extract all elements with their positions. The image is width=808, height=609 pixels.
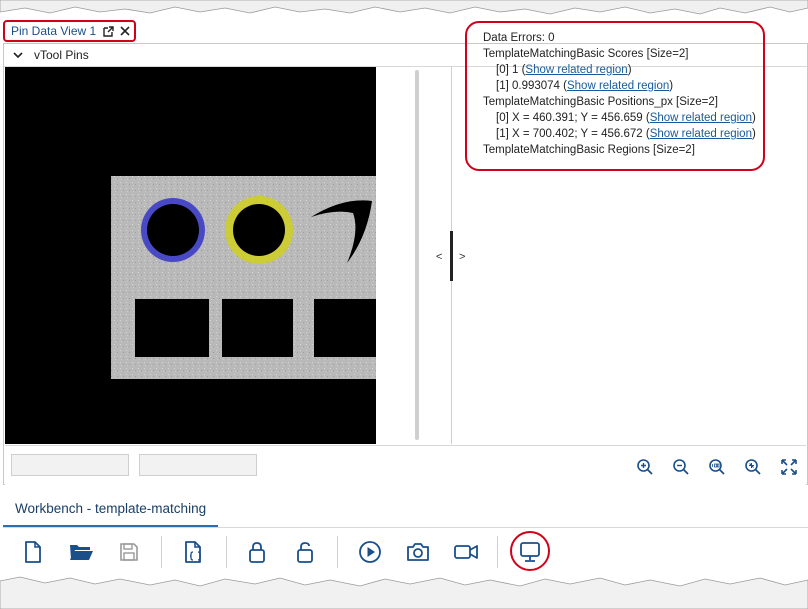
chevron-down-icon[interactable]: [13, 51, 23, 59]
torn-edge-bottom: [0, 576, 808, 609]
status-field-2: [139, 454, 257, 476]
positions-header: TemplateMatchingBasic Positions_px [Size…: [483, 96, 718, 108]
tab-workbench[interactable]: Workbench - template-matching: [3, 491, 219, 527]
pin-data-text: Data Errors: 0 TemplateMatchingBasic Sco…: [483, 30, 756, 158]
collapse-right-button[interactable]: >: [459, 251, 465, 263]
open-folder-icon[interactable]: [67, 538, 95, 566]
image-viewer[interactable]: [5, 67, 376, 444]
show-related-region-link[interactable]: Show related region: [650, 128, 752, 140]
zoom-out-icon[interactable]: [672, 458, 690, 476]
score-row-1: [1] 0.993074 (Show related region): [496, 80, 674, 92]
splitter-handle[interactable]: [450, 231, 453, 281]
monitor-icon[interactable]: [516, 538, 544, 566]
script-file-icon[interactable]: [180, 538, 208, 566]
collapse-left-button[interactable]: <: [436, 251, 442, 263]
workbench-tab-strip: Workbench - template-matching: [3, 491, 808, 528]
torn-edge-top: [0, 0, 808, 15]
save-icon[interactable]: [115, 538, 143, 566]
viewer-status-bar: [5, 445, 806, 486]
lock-icon[interactable]: [243, 538, 271, 566]
new-file-icon[interactable]: [19, 538, 47, 566]
toolbar-separator: [497, 536, 498, 568]
image-scrollbar[interactable]: [415, 70, 419, 440]
scores-header: TemplateMatchingBasic Scores [Size=2]: [483, 48, 689, 60]
show-related-region-link[interactable]: Show related region: [650, 112, 752, 124]
toolbar-separator: [337, 536, 338, 568]
toolbar-separator: [226, 536, 227, 568]
show-related-region-link[interactable]: Show related region: [525, 64, 627, 76]
panel-title: vTool Pins: [34, 48, 89, 62]
status-field-1: [11, 454, 129, 476]
zoom-fit-icon[interactable]: [744, 458, 762, 476]
play-icon[interactable]: [356, 538, 384, 566]
tab-label: Pin Data View 1: [11, 24, 97, 38]
fit-to-window-icon[interactable]: [780, 458, 798, 476]
score-row-0: [0] 1 (Show related region): [496, 64, 632, 76]
inspection-image: [111, 176, 376, 379]
camera-icon[interactable]: [404, 538, 432, 566]
pop-out-icon[interactable]: [103, 25, 114, 37]
zoom-100-icon[interactable]: [708, 458, 726, 476]
position-row-1: [1] X = 700.402; Y = 456.672 (Show relat…: [496, 128, 756, 140]
zoom-in-icon[interactable]: [636, 458, 654, 476]
video-icon[interactable]: [452, 538, 480, 566]
workbench-toolbar: [3, 528, 808, 576]
position-row-0: [0] X = 460.391; Y = 456.659 (Show relat…: [496, 112, 756, 124]
tab-pin-data-view[interactable]: Pin Data View 1: [3, 20, 136, 42]
toolbar-separator: [161, 536, 162, 568]
regions-header: TemplateMatchingBasic Regions [Size=2]: [483, 144, 695, 156]
unlock-icon[interactable]: [291, 538, 319, 566]
show-related-region-link[interactable]: Show related region: [567, 80, 669, 92]
close-icon[interactable]: [120, 26, 130, 36]
data-errors-line: Data Errors: 0: [483, 32, 555, 44]
